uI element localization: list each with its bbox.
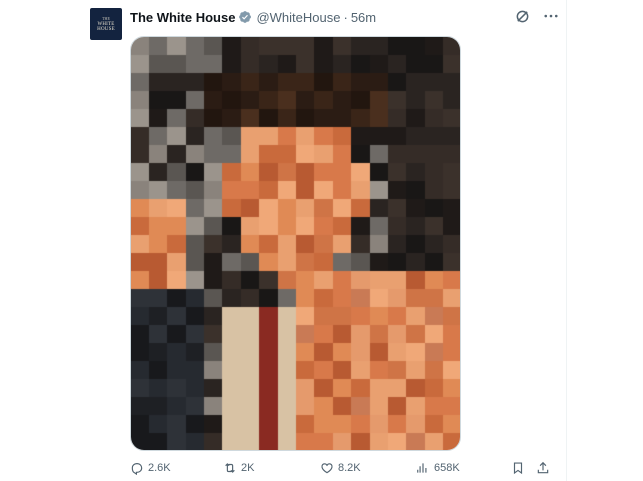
tweet-top-actions bbox=[514, 8, 560, 24]
reply-icon bbox=[131, 463, 143, 475]
reply-button[interactable]: 2.6K bbox=[130, 461, 171, 475]
like-count: 8.2K bbox=[338, 462, 361, 474]
timestamp[interactable]: 56m bbox=[351, 10, 376, 25]
handle[interactable]: @WhiteHouse bbox=[256, 10, 340, 25]
grok-icon[interactable] bbox=[514, 8, 530, 24]
avatar-seal-line: THE bbox=[102, 15, 110, 21]
bookmark-button[interactable] bbox=[511, 461, 525, 475]
retweet-count: 2K bbox=[241, 462, 255, 474]
tweet[interactable]: THE WHITE HOUSE The White House @WhiteHo… bbox=[0, 0, 566, 481]
separator-dot: · bbox=[343, 9, 348, 25]
verified-badge-icon[interactable] bbox=[238, 10, 252, 24]
retweet-button[interactable]: 2K bbox=[223, 461, 254, 475]
share-icon bbox=[537, 461, 549, 474]
reply-count: 2.6K bbox=[148, 462, 171, 474]
bookmark-icon bbox=[513, 462, 523, 475]
tweet-header: The White House @WhiteHouse · 56m bbox=[130, 8, 376, 26]
views-button[interactable]: 658K bbox=[416, 461, 460, 475]
views-icon bbox=[417, 463, 427, 473]
pixelated-portrait-image bbox=[131, 37, 460, 450]
like-button[interactable]: 8.2K bbox=[320, 461, 361, 475]
avatar[interactable]: THE WHITE HOUSE bbox=[90, 8, 122, 40]
retweet-icon bbox=[225, 463, 235, 473]
display-name[interactable]: The White House bbox=[130, 10, 235, 25]
avatar-logo-line-2: HOUSE bbox=[97, 26, 115, 32]
like-icon bbox=[321, 463, 333, 474]
column-divider bbox=[566, 0, 567, 481]
tweet-action-bar: 2.6K 2K 8.2K 658K bbox=[130, 461, 556, 477]
more-icon[interactable] bbox=[542, 8, 560, 24]
share-button[interactable] bbox=[536, 461, 550, 475]
view-count: 658K bbox=[434, 462, 460, 474]
tweet-media-image[interactable] bbox=[130, 36, 461, 451]
